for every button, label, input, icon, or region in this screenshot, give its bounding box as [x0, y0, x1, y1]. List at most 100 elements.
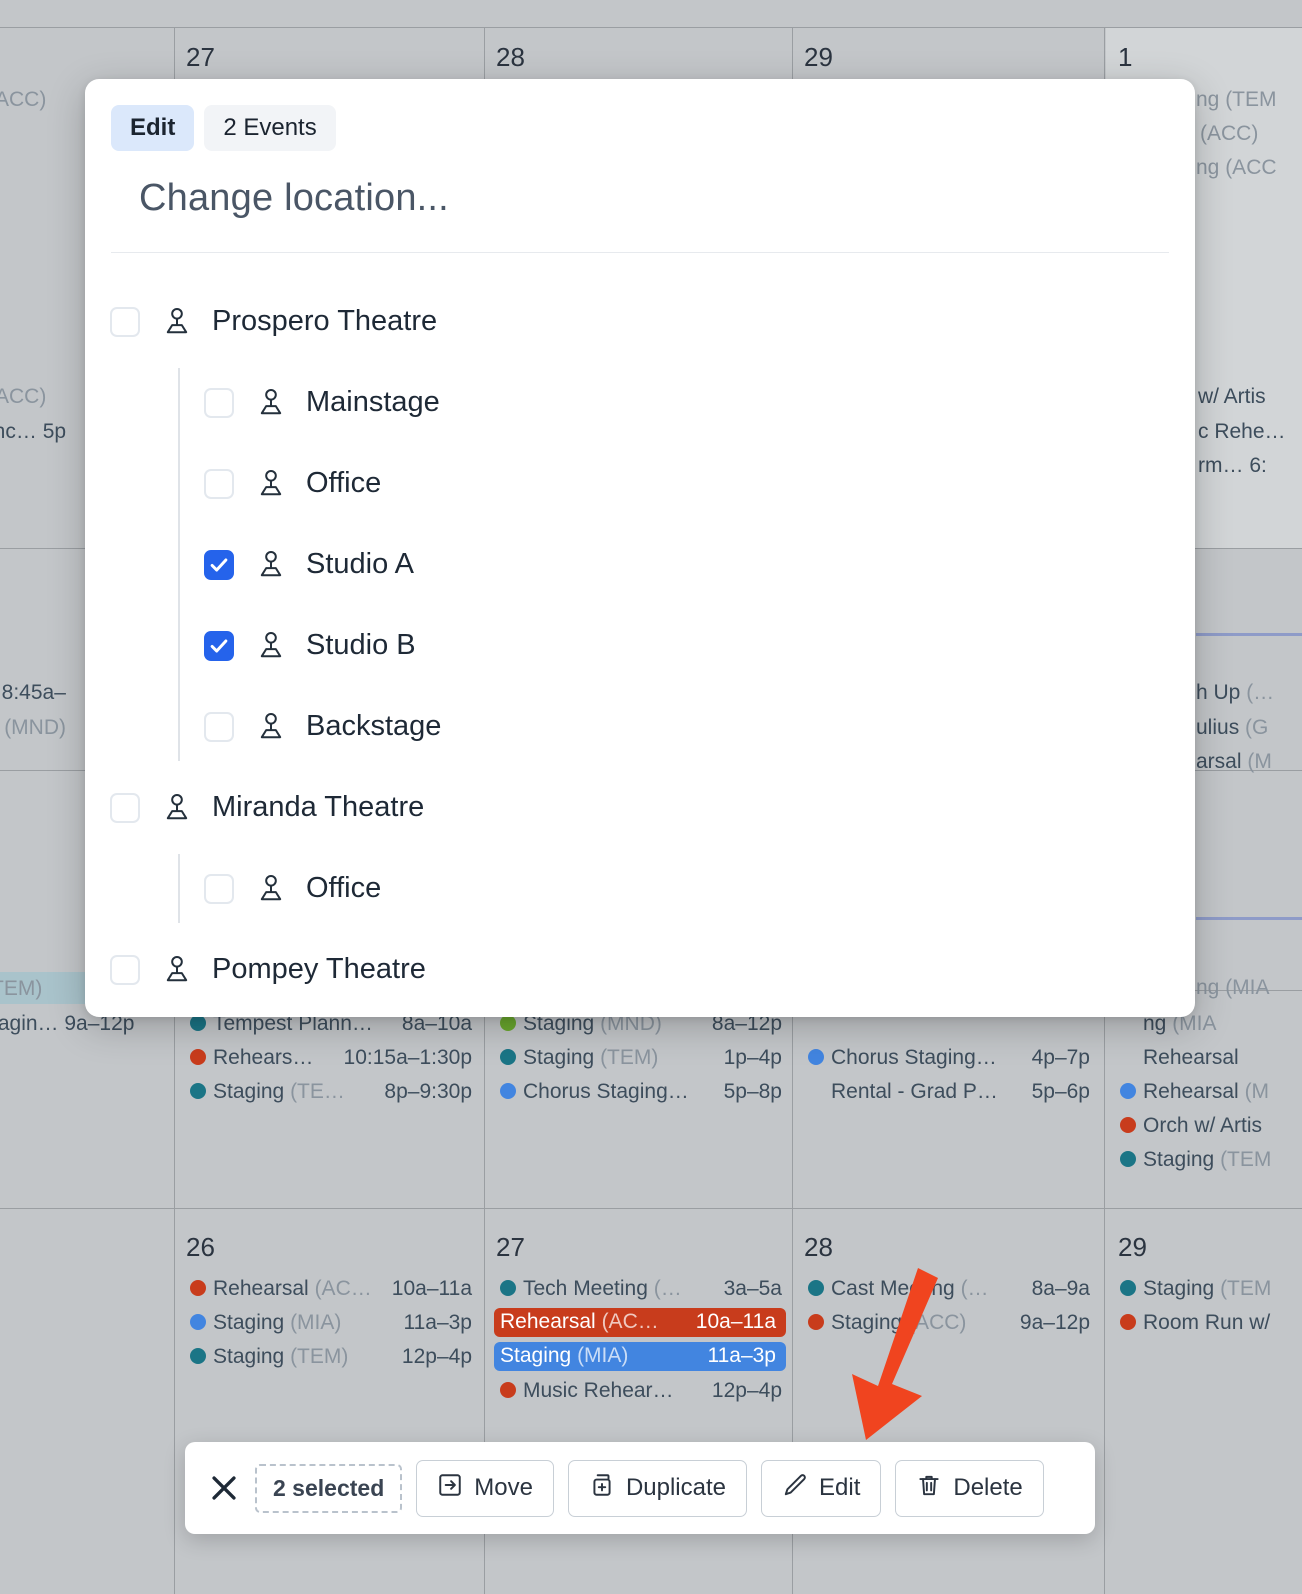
location-row-prospero-theatre-mainstage[interactable]: Mainstage: [85, 362, 1195, 443]
delete-button[interactable]: Delete: [895, 1459, 1044, 1517]
location-row-prospero-theatre-studio-b[interactable]: Studio B: [85, 605, 1195, 686]
location-checkbox-prospero-theatre-backstage[interactable]: [204, 711, 234, 742]
clipped-text: (ACC): [0, 88, 47, 111]
event-color-dot: [190, 1083, 206, 1099]
event-title: Music Rehear…: [523, 1379, 674, 1402]
clipped-text: w/ Artis: [1198, 385, 1266, 408]
location-checkbox-miranda-theatre-office[interactable]: [204, 873, 234, 904]
event-title: Rehearsal (AC…: [500, 1310, 659, 1333]
event-title: Staging (TE…: [213, 1080, 345, 1103]
calendar-event-selected[interactable]: Staging (MIA) 11a–3p: [494, 1342, 786, 1371]
event-title: Chorus Staging…: [523, 1080, 689, 1103]
event-title: Staging (TEM: [1143, 1148, 1272, 1171]
calendar-event[interactable]: Staging (MIA) 11a–3p: [190, 1311, 482, 1335]
duplicate-button[interactable]: Duplicate: [567, 1459, 747, 1517]
location-checkbox-prospero-theatre[interactable]: [110, 306, 140, 337]
trash-icon: [916, 1472, 942, 1505]
event-time: 8a–9a: [1031, 1277, 1090, 1300]
clipped-text: (TEM): [0, 977, 43, 1000]
event-title: Staging (ACC): [831, 1311, 967, 1334]
calendar-event[interactable]: Room Run w/: [1120, 1311, 1302, 1335]
event-color-dot: [1120, 1049, 1136, 1065]
event-time: 10a–11a: [695, 1310, 776, 1333]
clipped-event-text: arsal (M: [1196, 750, 1272, 774]
calendar-event[interactable]: Rehears… 10:15a–1:30p: [190, 1046, 482, 1070]
delete-button-label: Delete: [953, 1474, 1023, 1501]
close-icon[interactable]: [207, 1471, 241, 1505]
event-time: 11a–3p: [403, 1311, 472, 1334]
move-button[interactable]: Move: [416, 1459, 554, 1517]
event-time: 12p–4p: [401, 1345, 472, 1368]
calendar-event[interactable]: Staging (TEM) 12p–4p: [190, 1345, 482, 1369]
event-title: Staging (MIA): [500, 1344, 629, 1367]
location-pin-icon: [254, 467, 288, 501]
location-row-miranda-theatre[interactable]: Miranda Theatre: [85, 767, 1195, 848]
location-checkbox-prospero-theatre-mainstage[interactable]: [204, 387, 234, 418]
calendar-event[interactable]: Staging (TE… 8p–9:30p: [190, 1080, 482, 1104]
location-checkbox-prospero-theatre-studio-b[interactable]: [204, 630, 234, 661]
edit-button[interactable]: Edit: [761, 1459, 882, 1517]
clipped-text: ulius (G: [1196, 716, 1269, 739]
calendar-event[interactable]: Staging (TEM) 1p–4p: [500, 1046, 792, 1070]
calendar-event[interactable]: Music Rehear… 12p–4p: [500, 1379, 792, 1403]
calendar-event[interactable]: Staging (TEM: [1120, 1277, 1302, 1301]
clipped-text: ng (TEM: [1196, 88, 1277, 111]
event-title: Rehearsal (M: [1143, 1080, 1270, 1103]
day-number: 29: [804, 42, 833, 72]
day-number: 27: [186, 42, 215, 72]
location-pin-icon: [160, 305, 194, 339]
clipped-event-text: (ACC): [1200, 122, 1258, 146]
tab-events-count[interactable]: 2 Events: [204, 105, 336, 151]
event-color-dot: [190, 1049, 206, 1065]
move-button-label: Move: [474, 1474, 533, 1501]
event-time: 10a–11a: [391, 1277, 472, 1300]
modal-header-divider: [111, 252, 1169, 253]
calendar-event[interactable]: Rehearsal: [1120, 1046, 1302, 1070]
event-title: Orch w/ Artis: [1143, 1114, 1263, 1137]
week-divider-line: [1196, 917, 1302, 920]
event-title: Rehearsal (AC…: [213, 1277, 372, 1300]
location-checkbox-miranda-theatre[interactable]: [110, 792, 140, 823]
event-color-dot: [190, 1280, 206, 1296]
calendar-event[interactable]: Staging (TEM: [1120, 1148, 1302, 1172]
location-row-prospero-theatre-office[interactable]: Office: [85, 443, 1195, 524]
location-label: Mainstage: [306, 386, 440, 418]
day-number: 1: [1118, 42, 1133, 72]
tab-edit[interactable]: Edit: [111, 105, 195, 151]
clipped-text: ng (ACC: [1196, 156, 1277, 179]
calendar-event[interactable]: Rehearsal (AC… 10a–11a: [190, 1277, 482, 1301]
location-checkbox-prospero-theatre-studio-a[interactable]: [204, 549, 234, 580]
calendar-event[interactable]: Chorus Staging… 5p–8p: [500, 1080, 792, 1104]
clipped-event-text: w/ Artis: [1198, 385, 1266, 409]
location-pin-icon: [254, 872, 288, 906]
calendar-event[interactable]: Tech Meeting (… 3a–5a: [500, 1277, 792, 1301]
location-list: Prospero Theatre Mainstage Office Studio A S…: [85, 253, 1195, 1010]
event-color-dot: [1120, 1314, 1136, 1330]
event-time: 9a–12p: [1019, 1311, 1090, 1334]
event-time: 10:15a–1:30p: [343, 1046, 472, 1069]
day-number: 27: [496, 1232, 525, 1262]
calendar-event[interactable]: Staging (ACC) 9a–12p: [808, 1311, 1100, 1335]
location-row-prospero-theatre-backstage[interactable]: Backstage: [85, 686, 1195, 767]
clipped-text: ng (MIA: [1196, 976, 1270, 999]
calendar-event-selected[interactable]: Rehearsal (AC… 10a–11a: [494, 1308, 786, 1337]
calendar-event[interactable]: Rental - Grad P… 5p–6p: [808, 1080, 1100, 1104]
location-label: Office: [306, 872, 382, 904]
location-label: Backstage: [306, 710, 442, 742]
calendar-event[interactable]: Chorus Staging… 4p–7p: [808, 1046, 1100, 1070]
clipped-event-text: anc… 5p: [0, 420, 66, 444]
location-row-pompey-theatre[interactable]: Pompey Theatre: [85, 929, 1195, 1010]
location-row-prospero-theatre[interactable]: Prospero Theatre: [85, 281, 1195, 362]
clipped-text: anc… 5p: [0, 420, 67, 443]
location-row-miranda-theatre-office[interactable]: Office: [85, 848, 1195, 929]
location-pin-icon: [254, 629, 288, 663]
location-checkbox-prospero-theatre-office[interactable]: [204, 468, 234, 499]
clipped-event-text: rm… 6:: [1198, 454, 1267, 478]
location-checkbox-pompey-theatre[interactable]: [110, 954, 140, 985]
event-time: 11a–3p: [707, 1344, 776, 1367]
calendar-event[interactable]: Cast Meeting (… 8a–9a: [808, 1277, 1100, 1301]
calendar-event[interactable]: Rehearsal (M: [1120, 1080, 1302, 1104]
clipped-event-text: (ACC): [0, 88, 46, 112]
location-row-prospero-theatre-studio-a[interactable]: Studio A: [85, 524, 1195, 605]
calendar-event[interactable]: Orch w/ Artis: [1120, 1114, 1302, 1138]
